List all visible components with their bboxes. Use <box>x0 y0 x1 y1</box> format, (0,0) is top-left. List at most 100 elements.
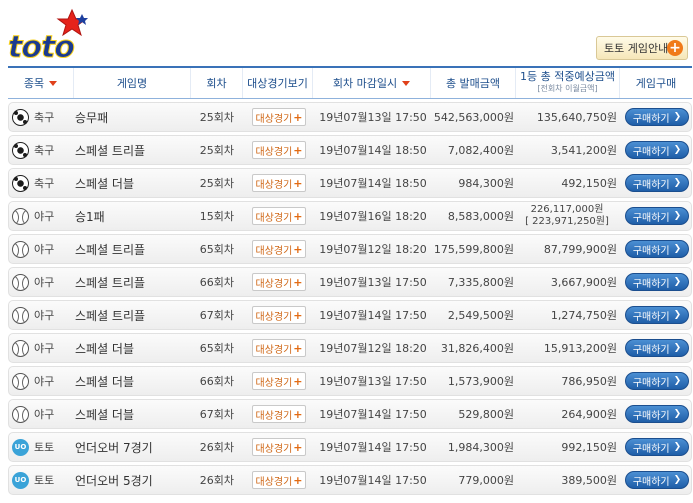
baseball-icon <box>12 405 29 423</box>
view-target-games-button[interactable]: 대상경기 + <box>252 372 306 390</box>
round-number: 66회차 <box>199 276 234 289</box>
table-row: 축구 스페셜 더블 25회차 대상경기 + 19년07월14일 18:50 984… <box>8 168 692 198</box>
header-sport[interactable]: 종목 <box>8 68 74 98</box>
prize-amount: 3,667,900원 <box>550 276 617 289</box>
chevron-right-icon: ❯ <box>673 343 682 353</box>
sort-down-icon <box>49 80 58 86</box>
table-row: UO 토토 언더오버 5경기 26회차 대상경기 + 19년07월14일 17:5… <box>8 465 692 495</box>
sport-name: 축구 <box>34 177 55 190</box>
toto-logo[interactable]: toto <box>6 8 96 66</box>
chevron-right-icon: ❯ <box>673 409 682 419</box>
baseball-icon <box>12 240 29 258</box>
plus-icon: + <box>667 40 683 56</box>
deadline: 19년07월13일 17:50 <box>319 111 427 124</box>
view-target-games-button[interactable]: 대상경기 + <box>252 438 306 456</box>
view-target-games-button[interactable]: 대상경기 + <box>252 141 306 159</box>
view-target-games-button[interactable]: 대상경기 + <box>252 306 306 324</box>
table-row: 축구 승무패 25회차 대상경기 + 19년07월13일 17:50 542,56… <box>8 102 692 132</box>
chevron-right-icon: ❯ <box>673 244 682 254</box>
sales-amount: 1,573,900원 <box>447 375 514 388</box>
deadline: 19년07월14일 17:50 <box>319 309 427 322</box>
game-name: 스페셜 트리플 <box>75 143 146 158</box>
game-table: 종목 게임명 회차 대상경기보기 회차 마감일시 총 발매금액 1등 총 적중예… <box>8 66 692 495</box>
buy-button[interactable]: 구매하기 ❯ <box>625 108 689 126</box>
baseball-icon <box>12 207 29 225</box>
view-target-games-button[interactable]: 대상경기 + <box>252 273 306 291</box>
buy-button[interactable]: 구매하기 ❯ <box>625 141 689 159</box>
chevron-right-icon: ❯ <box>673 475 682 485</box>
chevron-right-icon: ❯ <box>673 442 682 452</box>
plus-icon: + <box>293 143 303 157</box>
round-number: 67회차 <box>199 309 234 322</box>
prize-amount: 226,117,000원 <box>530 204 604 215</box>
buy-button[interactable]: 구매하기 ❯ <box>625 273 689 291</box>
chevron-right-icon: ❯ <box>673 178 682 188</box>
sales-amount: 529,800원 <box>458 408 514 421</box>
plus-icon: + <box>293 440 303 454</box>
deadline: 19년07월12일 18:20 <box>319 243 427 256</box>
buy-button[interactable]: 구매하기 ❯ <box>625 339 689 357</box>
sport-name: 토토 <box>34 441 55 454</box>
view-target-games-button[interactable]: 대상경기 + <box>252 108 306 126</box>
sales-amount: 1,984,300원 <box>447 441 514 454</box>
game-name: 스페셜 더블 <box>75 176 135 191</box>
prize-amount: 87,799,900원 <box>543 243 617 256</box>
round-number: 26회차 <box>199 474 234 487</box>
sport-name: 야구 <box>34 342 55 355</box>
game-name: 스페셜 더블 <box>75 341 135 356</box>
buy-button[interactable]: 구매하기 ❯ <box>625 306 689 324</box>
view-target-games-button[interactable]: 대상경기 + <box>252 174 306 192</box>
buy-button[interactable]: 구매하기 ❯ <box>625 174 689 192</box>
logo-text: toto <box>8 30 76 66</box>
deadline: 19년07월14일 17:50 <box>319 408 427 421</box>
table-row: 야구 스페셜 더블 67회차 대상경기 + 19년07월14일 17:50 529… <box>8 399 692 429</box>
prize-amount: 992,150원 <box>561 441 617 454</box>
plus-icon: + <box>293 242 303 256</box>
view-target-games-button[interactable]: 대상경기 + <box>252 240 306 258</box>
sales-amount: 984,300원 <box>458 177 514 190</box>
round-number: 25회차 <box>199 144 234 157</box>
buy-button[interactable]: 구매하기 ❯ <box>625 240 689 258</box>
baseball-icon <box>12 273 29 291</box>
chevron-right-icon: ❯ <box>673 211 682 221</box>
prize-amount: 3,541,200원 <box>550 144 617 157</box>
view-target-games-button[interactable]: 대상경기 + <box>252 207 306 225</box>
game-name: 언더오버 7경기 <box>75 440 153 455</box>
game-name: 승무패 <box>75 110 109 125</box>
sport-name: 야구 <box>34 210 55 223</box>
game-guide-button[interactable]: 토토 게임안내 + <box>596 36 688 60</box>
view-target-games-button[interactable]: 대상경기 + <box>252 405 306 423</box>
chevron-right-icon: ❯ <box>673 277 682 287</box>
baseball-icon <box>12 339 29 357</box>
buy-button[interactable]: 구매하기 ❯ <box>625 372 689 390</box>
deadline: 19년07월16일 18:20 <box>319 210 427 223</box>
view-target-games-button[interactable]: 대상경기 + <box>252 339 306 357</box>
sales-amount: 7,082,400원 <box>447 144 514 157</box>
prize-amount: 1,274,750원 <box>550 309 617 322</box>
soccer-ball-icon <box>12 108 29 126</box>
sport-name: 축구 <box>34 144 55 157</box>
under-over-icon: UO <box>12 471 29 489</box>
sort-down-icon <box>402 80 411 86</box>
prize-amount: 492,150원 <box>561 177 617 190</box>
round-number: 65회차 <box>199 342 234 355</box>
view-target-games-button[interactable]: 대상경기 + <box>252 471 306 489</box>
table-header: 종목 게임명 회차 대상경기보기 회차 마감일시 총 발매금액 1등 총 적중예… <box>8 66 692 99</box>
game-name: 승1패 <box>75 209 105 224</box>
buy-button[interactable]: 구매하기 ❯ <box>625 438 689 456</box>
header-prize: 1등 총 적중예상금액 [전회차 이월금액] <box>516 68 620 98</box>
buy-button[interactable]: 구매하기 ❯ <box>625 207 689 225</box>
buy-button[interactable]: 구매하기 ❯ <box>625 471 689 489</box>
sport-name: 야구 <box>34 276 55 289</box>
plus-icon: + <box>293 308 303 322</box>
header-deadline[interactable]: 회차 마감일시 <box>313 68 431 98</box>
soccer-ball-icon <box>12 174 29 192</box>
header-target: 대상경기보기 <box>243 68 313 98</box>
header-game: 게임명 <box>74 68 191 98</box>
deadline: 19년07월14일 17:50 <box>319 441 427 454</box>
chevron-right-icon: ❯ <box>673 310 682 320</box>
prize-amount: 15,913,200원 <box>543 342 617 355</box>
game-name: 스페셜 더블 <box>75 374 135 389</box>
round-number: 66회차 <box>199 375 234 388</box>
buy-button[interactable]: 구매하기 ❯ <box>625 405 689 423</box>
